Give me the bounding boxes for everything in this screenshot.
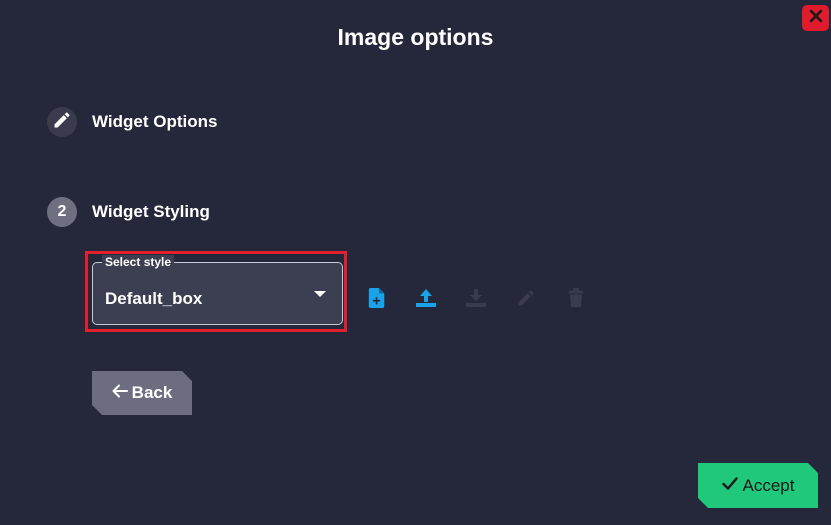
back-button[interactable]: Back [92,371,192,415]
new-file-icon[interactable] [366,287,388,309]
step-2-label[interactable]: Widget Styling [92,202,210,222]
back-button-label: Back [131,383,173,402]
checkmark-icon [721,476,738,495]
style-select-label: Select style [102,255,175,269]
step-2-indicator: 2 [47,197,77,227]
style-select[interactable]: Select style Default_box [92,255,343,325]
step-1-indicator [47,107,77,137]
style-select-value: Default_box [105,289,203,308]
upload-icon[interactable] [415,287,437,309]
image-options-dialog: Image options Widget Options 2 Widget St… [0,0,831,525]
dialog-title: Image options [337,24,494,50]
edit-icon [515,287,537,309]
pencil-icon [52,110,72,135]
chevron-down-icon[interactable] [314,291,326,297]
accept-button[interactable]: Accept [698,463,818,508]
download-icon [465,287,487,309]
arrow-left-icon [112,384,128,403]
delete-icon [565,287,587,309]
accept-button-label: Accept [742,475,795,495]
step-1-label[interactable]: Widget Options [92,112,217,132]
